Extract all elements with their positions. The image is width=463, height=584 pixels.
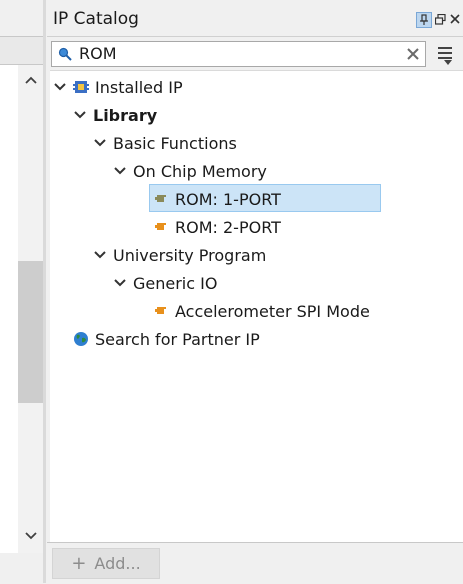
scroll-thumb[interactable]	[18, 261, 43, 403]
left-pane-header	[0, 0, 46, 37]
installed-ip-icon	[73, 81, 89, 93]
tree-node-search-partner-ip[interactable]: Search for Partner IP	[73, 326, 260, 352]
add-button[interactable]: + Add...	[52, 548, 160, 579]
vertical-scrollbar[interactable]	[18, 65, 43, 553]
float-window-icon[interactable]	[433, 12, 447, 26]
left-pane-toolbar	[0, 37, 46, 65]
tree-label: Basic Functions	[113, 133, 237, 153]
tree-node-generic-io[interactable]: Generic IO	[113, 270, 217, 296]
clear-icon[interactable]	[407, 43, 419, 64]
tree-label: Accelerometer SPI Mode	[175, 301, 370, 321]
search-icon	[58, 47, 72, 61]
tree-label: ROM: 2-PORT	[175, 217, 281, 237]
tree-node-installed-ip[interactable]: Installed IP	[53, 74, 183, 100]
globe-icon	[74, 332, 88, 346]
tree-label: ROM: 1-PORT	[175, 189, 281, 209]
tree-node-university-program[interactable]: University Program	[93, 242, 266, 268]
ip-catalog-panel: IP Catalog ROM Installed IP Library Basi…	[47, 0, 463, 584]
panel-title-bar: IP Catalog	[47, 0, 463, 37]
left-pane	[0, 0, 46, 583]
search-input[interactable]	[79, 43, 399, 63]
ip-core-icon	[155, 223, 166, 230]
tree-node-accelerometer[interactable]: Accelerometer SPI Mode	[153, 298, 370, 324]
ip-core-icon	[155, 307, 166, 314]
tree-label: Installed IP	[95, 77, 183, 97]
close-icon[interactable]	[448, 12, 462, 26]
chevron-down-icon[interactable]	[93, 136, 107, 150]
panel-title: IP Catalog	[53, 9, 139, 29]
ip-tree: Installed IP Library Basic Functions On …	[50, 70, 463, 543]
tree-node-library[interactable]: Library	[73, 102, 157, 128]
tree-node-rom-2port[interactable]: ROM: 2-PORT	[153, 214, 281, 240]
pane-splitter[interactable]	[43, 0, 46, 583]
left-pane-footer	[0, 553, 46, 583]
add-button-label: Add...	[94, 554, 141, 573]
left-pane-content	[0, 65, 18, 553]
search-row	[47, 37, 463, 69]
hamburger-menu-icon[interactable]	[434, 44, 456, 65]
pin-icon[interactable]	[416, 12, 432, 28]
tree-node-rom-1port[interactable]: ROM: 1-PORT	[153, 186, 281, 212]
tree-label: Generic IO	[133, 273, 218, 293]
scroll-down-icon[interactable]	[18, 525, 43, 547]
search-box[interactable]	[51, 41, 426, 67]
chevron-down-icon[interactable]	[93, 248, 107, 262]
tree-node-basic-functions[interactable]: Basic Functions	[93, 130, 237, 156]
ip-core-icon	[155, 195, 166, 202]
chevron-down-icon[interactable]	[113, 164, 127, 178]
tree-label: University Program	[113, 245, 267, 265]
tree-label: On Chip Memory	[133, 161, 267, 181]
tree-label: Library	[93, 105, 158, 125]
tree-label: Search for Partner IP	[95, 329, 260, 349]
chevron-down-icon[interactable]	[113, 276, 127, 290]
plus-icon: +	[71, 553, 87, 574]
chevron-down-icon[interactable]	[73, 108, 87, 122]
tree-node-on-chip-memory[interactable]: On Chip Memory	[113, 158, 267, 184]
bottom-bar: + Add...	[47, 542, 463, 584]
scroll-up-icon[interactable]	[18, 69, 43, 91]
chevron-down-icon[interactable]	[53, 80, 67, 94]
